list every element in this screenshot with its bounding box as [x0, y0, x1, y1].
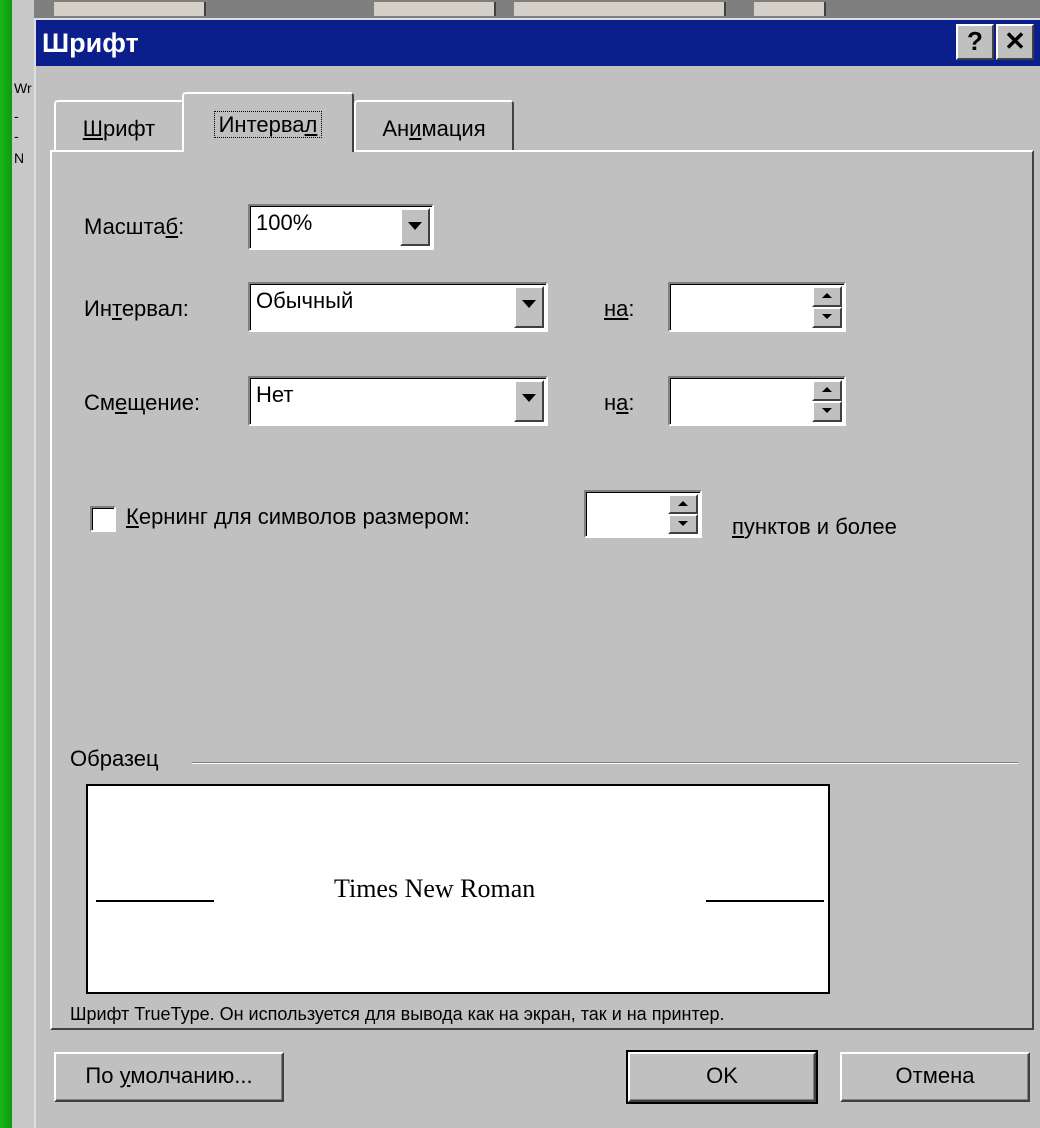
- font-dialog: Шрифт ? ✕ Шрифт Интервал Анимация Масшта…: [34, 18, 1040, 1128]
- tab-font[interactable]: Шрифт: [54, 100, 184, 152]
- spacing-by-spinner[interactable]: [668, 282, 846, 332]
- spin-up-icon[interactable]: [812, 380, 842, 401]
- background-toolbar-strip: [34, 0, 1040, 20]
- title-bar[interactable]: Шрифт ? ✕: [36, 20, 1040, 66]
- position-dropdown[interactable]: Нет: [248, 376, 548, 426]
- sample-preview-text: Times New Roman: [334, 874, 536, 903]
- kerning-size-spinner[interactable]: [584, 490, 702, 538]
- baseline-rule: [706, 900, 824, 902]
- baseline-rule: [96, 900, 214, 902]
- chevron-down-icon[interactable]: [400, 208, 430, 246]
- position-value: Нет: [256, 382, 294, 407]
- sample-group-label: Образец: [70, 746, 159, 771]
- background-fragment: Wr: [14, 80, 32, 96]
- font-description: Шрифт TrueType. Он используется для выво…: [70, 1004, 725, 1024]
- dialog-title: Шрифт: [42, 28, 139, 58]
- background-toolbar-segment: [374, 2, 496, 16]
- background-toolbar-segment: [54, 2, 206, 16]
- tab-label: Шрифт: [82, 116, 156, 141]
- background-fragment: -: [14, 108, 19, 124]
- background-window-strip: Wr - - N: [0, 0, 34, 1128]
- tab-label: Интервал: [213, 111, 323, 138]
- tab-spacing[interactable]: Интервал: [182, 92, 354, 152]
- scale-value: 100%: [256, 210, 313, 235]
- chevron-down-icon[interactable]: [514, 286, 544, 328]
- cancel-button[interactable]: Отмена: [840, 1052, 1030, 1102]
- spin-up-icon[interactable]: [668, 494, 698, 514]
- close-button[interactable]: ✕: [996, 24, 1034, 60]
- spacing-by-label: на:: [604, 296, 635, 321]
- default-button[interactable]: По умолчанию...: [54, 1052, 284, 1102]
- background-fragment: -: [14, 128, 19, 144]
- spacing-label: Интервал:: [84, 296, 189, 321]
- chevron-down-icon[interactable]: [514, 380, 544, 422]
- spacing-value: Обычный: [256, 288, 354, 313]
- help-button[interactable]: ?: [956, 24, 994, 60]
- spin-down-icon[interactable]: [812, 307, 842, 328]
- position-by-label: на:: [604, 390, 635, 415]
- spinner-buttons[interactable]: [812, 286, 842, 328]
- tab-panel-spacing: Масштаб: 100% Интервал: Обычный на: Смещ…: [50, 150, 1034, 1030]
- scale-dropdown[interactable]: 100%: [248, 204, 434, 250]
- kerning-label[interactable]: Кернинг для символов размером:: [126, 504, 470, 530]
- spin-down-icon[interactable]: [668, 514, 698, 534]
- position-by-spinner[interactable]: [668, 376, 846, 426]
- background-toolbar-segment: [514, 2, 726, 16]
- position-label: Смещение:: [84, 390, 201, 415]
- tab-strip: Шрифт Интервал Анимация: [36, 80, 1040, 152]
- scale-label: Масштаб:: [84, 214, 185, 239]
- ok-button[interactable]: OK: [626, 1050, 818, 1104]
- group-separator: [192, 762, 1018, 764]
- background-toolbar-segment: [754, 2, 826, 16]
- tab-label: Анимация: [382, 116, 486, 141]
- spacing-dropdown[interactable]: Обычный: [248, 282, 548, 332]
- sample-preview: Times New Roman: [86, 784, 830, 994]
- spinner-buttons[interactable]: [668, 494, 698, 534]
- background-fragment: N: [14, 150, 25, 166]
- spin-down-icon[interactable]: [812, 401, 842, 422]
- kerning-suffix: пунктов и более: [732, 514, 897, 539]
- tab-animation[interactable]: Анимация: [354, 100, 514, 152]
- spin-up-icon[interactable]: [812, 286, 842, 307]
- spinner-buttons[interactable]: [812, 380, 842, 422]
- kerning-checkbox[interactable]: [90, 506, 116, 532]
